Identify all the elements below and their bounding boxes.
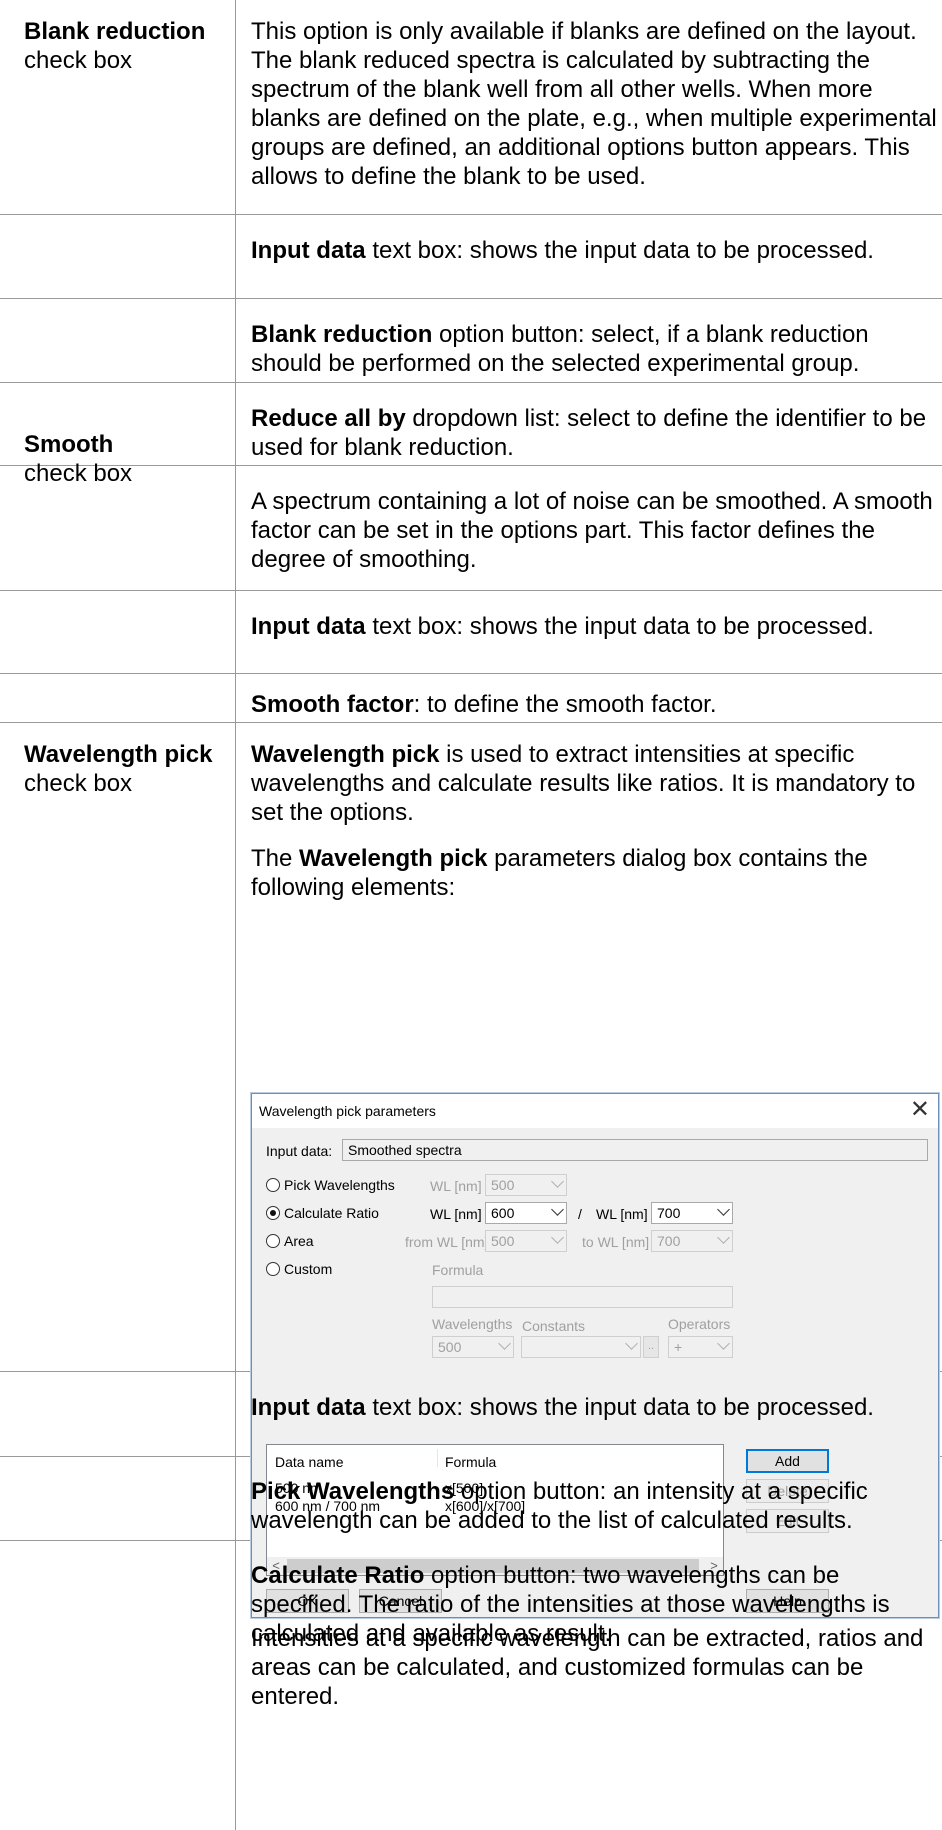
column-header-formula[interactable]: Formula <box>445 1454 496 1470</box>
desc-blank-reduction-option: Blank reduction option button: select, i… <box>251 321 869 377</box>
ratio-slash: / <box>578 1206 582 1222</box>
row-divider <box>0 382 942 383</box>
desc-calculate-ratio: Calculate Ratio option button: two wavel… <box>251 1562 890 1647</box>
area-from-value: 500 <box>491 1233 515 1249</box>
desc-reduce-all-by: Reduce all by dropdown list: select to d… <box>251 405 927 461</box>
constants-label: Constants <box>522 1318 586 1334</box>
row-divider <box>0 722 942 723</box>
desc-smooth: A spectrum containing a lot of noise can… <box>251 488 933 573</box>
constants-select[interactable] <box>521 1336 641 1358</box>
pick-wl-select[interactable]: 500 <box>485 1174 567 1196</box>
term-wavelength-pick: Wavelength pick check box <box>24 741 213 797</box>
chevron-down-icon <box>551 1203 564 1216</box>
ratio-wl1-value: 600 <box>491 1205 515 1221</box>
dialog-titlebar: Wavelength pick parameters ✕ <box>252 1094 938 1128</box>
wavelengths-value: 500 <box>438 1339 462 1355</box>
formula-field[interactable] <box>432 1286 733 1308</box>
desc-blank-reduction: This option is only available if blanks … <box>251 18 937 190</box>
ratio-wl1-select[interactable]: 600 <box>485 1202 567 1224</box>
radio-selected-dot <box>270 1210 276 1216</box>
operators-select[interactable]: + <box>668 1336 733 1358</box>
custom-label[interactable]: Custom <box>284 1261 332 1277</box>
area-from-select[interactable]: 500 <box>485 1230 567 1252</box>
term-smooth: Smooth check box <box>24 431 133 487</box>
column-divider <box>235 0 236 1830</box>
input-data-field: Smoothed spectra <box>342 1139 928 1161</box>
ratio-wl1-label: WL [nm] <box>430 1206 482 1222</box>
desc-pick-wavelengths: Pick Wavelengths option button: an inten… <box>251 1478 868 1534</box>
chevron-down-icon <box>717 1337 730 1350</box>
operators-label: Operators <box>668 1316 731 1332</box>
pick-wl-label: WL [nm] <box>430 1178 482 1194</box>
close-icon[interactable]: ✕ <box>910 1098 930 1122</box>
ratio-wl2-select[interactable]: 700 <box>651 1202 733 1224</box>
row-divider <box>0 214 942 215</box>
input-data-value: Smoothed spectra <box>348 1142 462 1158</box>
wavelengths-select[interactable]: 500 <box>432 1336 514 1358</box>
chevron-down-icon <box>551 1175 564 1188</box>
wavelength-pick-dialog: Wavelength pick parameters ✕ Input data:… <box>251 1093 939 1618</box>
column-separator <box>437 1449 438 1467</box>
pick-wl-value: 500 <box>491 1177 515 1193</box>
calculate-ratio-radio[interactable] <box>266 1206 280 1220</box>
area-to-label: to WL [nm] <box>582 1234 650 1250</box>
operators-value: + <box>674 1339 683 1355</box>
area-radio[interactable] <box>266 1234 280 1248</box>
chevron-down-icon <box>498 1337 511 1350</box>
formula-label: Formula <box>432 1262 484 1278</box>
row-divider <box>0 590 942 591</box>
pick-wavelengths-label[interactable]: Pick Wavelengths <box>284 1177 395 1193</box>
constants-more-button[interactable]: .. <box>643 1336 659 1358</box>
row-divider <box>0 673 942 674</box>
calculate-ratio-label[interactable]: Calculate Ratio <box>284 1205 379 1221</box>
desc-input-data: Input data text box: shows the input dat… <box>251 237 874 264</box>
desc-wavelength-pick-dialog-intro: The Wavelength pick parameters dialog bo… <box>251 845 868 901</box>
column-header-data-name[interactable]: Data name <box>275 1454 343 1470</box>
chevron-down-icon <box>625 1337 638 1350</box>
area-label[interactable]: Area <box>284 1233 314 1249</box>
input-data-label: Input data: <box>266 1143 333 1159</box>
desc-wavelength-pick: Wavelength pick is used to extract inten… <box>251 741 916 826</box>
area-to-select[interactable]: 700 <box>651 1230 733 1252</box>
chevron-down-icon <box>717 1203 730 1216</box>
ratio-wl2-label: WL [nm] <box>596 1206 648 1222</box>
desc-input-data: Input data text box: shows the input dat… <box>251 613 874 640</box>
pick-wavelengths-radio[interactable] <box>266 1178 280 1192</box>
wavelengths-label: Wavelengths <box>432 1316 513 1332</box>
ratio-wl2-value: 700 <box>657 1205 681 1221</box>
dialog-title: Wavelength pick parameters <box>259 1103 436 1119</box>
term-blank-reduction: Blank reduction check box <box>24 18 206 74</box>
desc-input-data: Input data text box: shows the input dat… <box>251 1394 874 1421</box>
chevron-down-icon <box>717 1231 730 1244</box>
add-button[interactable]: Add <box>746 1449 829 1473</box>
desc-smooth-factor: Smooth factor: to define the smooth fact… <box>251 691 717 718</box>
chevron-down-icon <box>551 1231 564 1244</box>
area-from-label: from WL [nm] <box>405 1234 489 1250</box>
row-divider <box>0 298 942 299</box>
area-to-value: 700 <box>657 1233 681 1249</box>
custom-radio[interactable] <box>266 1262 280 1276</box>
